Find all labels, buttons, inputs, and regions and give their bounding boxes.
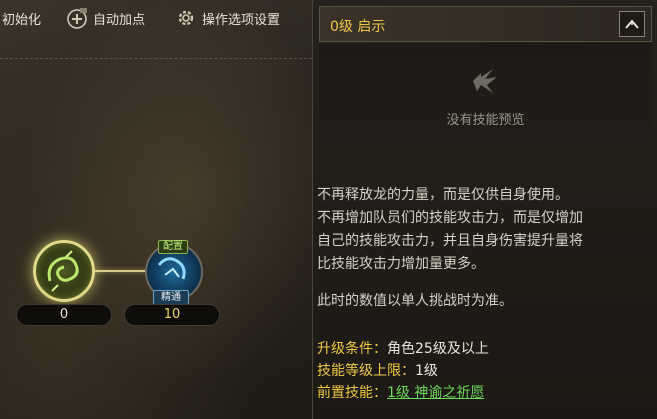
skill-level-value: 0	[16, 304, 112, 326]
skill-detail-header: 0级 启示	[319, 6, 652, 42]
reset-button[interactable]: 初始化	[2, 6, 41, 30]
no-preview-icon	[473, 69, 497, 93]
divider	[0, 58, 312, 59]
gear-icon	[178, 10, 194, 26]
skill-tree-panel: 初始化 自动加点 操作选项设置 配置 精通 0 10	[0, 0, 312, 419]
description-line: 此时的数值以单人挑战时为准。	[317, 293, 513, 309]
skill-toolbar: 初始化 自动加点 操作选项设置	[0, 0, 312, 36]
skill-preview-area: 没有技能预览	[319, 43, 652, 173]
settings-button[interactable]: 操作选项设置	[175, 6, 280, 30]
no-preview-text: 没有技能预览	[446, 113, 525, 128]
requirement-value: 角色25级及以上	[387, 341, 489, 357]
collapse-button[interactable]	[619, 11, 645, 37]
max-level-value: 1级	[415, 363, 438, 379]
skill-level-value: 10	[124, 304, 220, 326]
prerequisite-skill-link[interactable]: 1级 神谕之祈愿	[387, 385, 484, 401]
skill-description: 不再释放龙的力量，而是仅供自身使用。 不再增加队员们的技能攻击力，而是仅增加 自…	[317, 184, 647, 313]
skill-node-revelation[interactable]	[33, 240, 95, 302]
plus-circle-icon	[67, 8, 87, 29]
skill-requirements: 升级条件：角色25级及以上 技能等级上限：1级 前置技能：1级 神谕之祈愿	[317, 338, 489, 404]
equip-badge: 配置	[158, 240, 188, 254]
auto-assign-button[interactable]: 自动加点	[66, 6, 145, 30]
description-line: 比技能攻击力增加量更多。	[317, 256, 485, 272]
green-dragon-skill-icon	[47, 250, 79, 292]
mastery-badge: 精通	[153, 290, 189, 305]
description-line: 自己的技能攻击力，并且自身伤害提升量将	[317, 233, 583, 249]
requirement-label: 升级条件：	[317, 341, 387, 357]
prerequisite-label: 前置技能：	[317, 385, 387, 401]
description-line: 不再释放龙的力量，而是仅供自身使用。	[317, 187, 569, 203]
requirement-row: 升级条件：角色25级及以上	[317, 338, 489, 360]
auto-assign-label: 自动加点	[93, 12, 146, 28]
settings-label: 操作选项设置	[202, 12, 281, 28]
skill-detail-panel: 0级 启示 没有技能预览 不再释放龙的力量，而是仅供自身使用。 不再增加队员们的…	[312, 0, 657, 419]
prerequisite-row: 前置技能：1级 神谕之祈愿	[317, 382, 489, 404]
reset-label: 初始化	[2, 12, 42, 28]
description-line: 不再增加队员们的技能攻击力，而是仅增加	[317, 210, 583, 226]
skill-title: 0级 启示	[330, 19, 386, 35]
max-level-label: 技能等级上限：	[317, 363, 415, 379]
max-level-row: 技能等级上限：1级	[317, 360, 489, 382]
chevron-up-icon	[625, 19, 639, 29]
